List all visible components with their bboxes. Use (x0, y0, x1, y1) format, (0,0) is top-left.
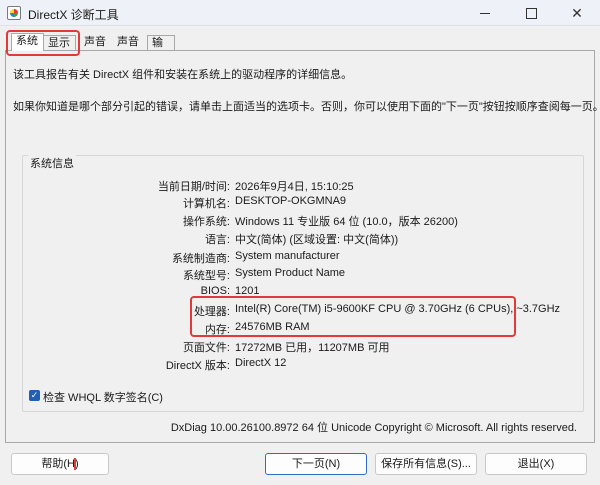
info-row-computer-name: 计算机名: DESKTOP-OKGMNA9 (0, 195, 600, 210)
title-bar: DirectX 诊断工具 ✕ (0, 0, 600, 26)
cpu-memory-highlight-box (190, 296, 516, 337)
info-label: 系统型号: (182, 270, 230, 282)
description-line-2: 如果你知道是哪个部分引起的错误，请单击上面适当的选项卡。否则，你可以使用下面的"… (13, 101, 600, 113)
tab-highlight-box (6, 30, 80, 56)
info-label: DirectX 版本: (165, 360, 230, 372)
info-value: DirectX 12 (235, 357, 287, 369)
save-all-info-button[interactable]: 保存所有信息(S)... (375, 453, 477, 475)
tab-input[interactable]: 输入 (147, 35, 175, 63)
info-value: DESKTOP-OKGMNA9 (235, 195, 347, 207)
info-value: System Product Name (235, 267, 346, 279)
info-label: 计算机名: (182, 198, 230, 210)
close-button[interactable]: ✕ (554, 0, 600, 26)
info-value: 中文(简体) (区域设置: 中文(简体)) (235, 234, 399, 246)
info-label: 当前日期/时间: (157, 181, 230, 193)
info-row-model: 系统型号: System Product Name (0, 267, 600, 282)
tab-strip: 系统 显示 声音 1 声音 2 输入 (0, 30, 600, 63)
description-line-1: 该工具报告有关 DirectX 组件和安装在系统上的驱动程序的详细信息。 (13, 69, 353, 81)
info-value: 17272MB 已用，11207MB 可用 (235, 342, 390, 354)
info-row-manufacturer: 系统制造商: System manufacturer (0, 250, 600, 265)
info-label: 操作系统: (182, 216, 230, 228)
window-title: DirectX 诊断工具 (28, 8, 119, 22)
info-row-os: 操作系统: Windows 11 专业版 64 位 (10.0，版本 26200… (0, 213, 600, 228)
system-info-title: 系统信息 (28, 155, 76, 171)
info-value: 2026年9月4日, 15:10:25 (235, 181, 354, 193)
info-row-datetime: 当前日期/时间: 2026年9月4日, 15:10:25 (0, 178, 600, 193)
whql-checkbox[interactable]: ✓ (29, 390, 40, 401)
maximize-button[interactable] (508, 0, 554, 26)
directx-app-icon (7, 6, 21, 20)
help-button[interactable]: 帮助(H) (11, 453, 109, 475)
info-value: Windows 11 专业版 64 位 (10.0，版本 26200) (235, 216, 458, 228)
tab-sound-1[interactable]: 声音 1 (80, 35, 113, 62)
info-row-page-file: 页面文件: 17272MB 已用，11207MB 可用 (0, 339, 600, 354)
whql-checkbox-label[interactable]: 检查 WHQL 数字签名(C) (43, 389, 163, 405)
tab-sound-2[interactable]: 声音 2 (113, 35, 146, 62)
info-label: 语言: (204, 234, 230, 246)
minimize-button[interactable] (462, 0, 508, 26)
info-row-directx-version: DirectX 版本: DirectX 12 (0, 357, 600, 372)
info-row-language: 语言: 中文(简体) (区域设置: 中文(简体)) (0, 231, 600, 246)
info-label: 页面文件: (182, 342, 230, 354)
version-copyright: DxDiag 10.00.26100.8972 64 位 Unicode Cop… (170, 422, 577, 434)
help-highlight-mark (74, 458, 77, 470)
info-label: 系统制造商: (171, 253, 230, 265)
info-value: System manufacturer (235, 250, 340, 262)
next-page-button[interactable]: 下一页(N) (265, 453, 367, 475)
exit-button[interactable]: 退出(X) (485, 453, 587, 475)
